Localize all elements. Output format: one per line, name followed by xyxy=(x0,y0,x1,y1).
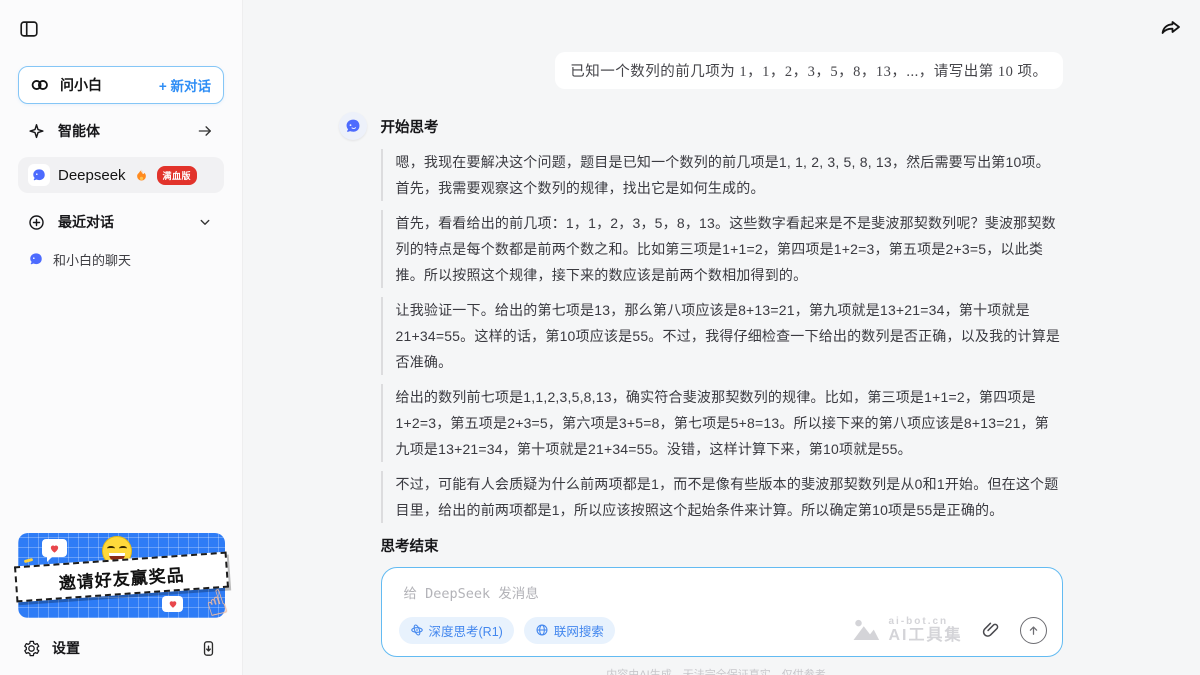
share-icon[interactable] xyxy=(1159,16,1183,40)
deepseek-badge: 满血版 xyxy=(157,166,198,185)
invite-banner[interactable]: 邀请好友赢奖品 ☝ xyxy=(18,533,225,618)
deep-think-toggle[interactable]: 深度思考(R1) xyxy=(399,617,514,644)
user-message-row: 已知一个数列的前几项为 1，1，2，3，5，8，13，...，请写出第 10 项… xyxy=(381,52,1063,89)
composer-placeholder: 给 DeepSeek 发消息 xyxy=(404,582,539,602)
sidebar-toggle-icon[interactable] xyxy=(18,18,40,40)
watermark: ai-bot.cn AI工具集 xyxy=(851,615,962,645)
watermark-logo-icon xyxy=(851,615,881,645)
message-composer[interactable]: 给 DeepSeek 发消息 深度思考(R1) 联网搜索 ai-bot.cn A… xyxy=(381,567,1063,657)
agents-label: 智能体 xyxy=(58,121,100,141)
web-search-label: 联网搜索 xyxy=(554,621,604,640)
flame-icon xyxy=(134,168,149,183)
thinking-paragraph: 让我验证一下。给出的第七项是13，那么第八项应该是8+13=21，第九项就是13… xyxy=(381,297,1063,375)
chevron-down-icon[interactable] xyxy=(196,213,214,231)
brand-name: 问小白 xyxy=(60,75,102,95)
whale-icon xyxy=(28,251,44,267)
sidebar-item-deepseek[interactable]: Deepseek 满血版 xyxy=(18,157,224,193)
heart-bubble-icon xyxy=(162,596,183,612)
sidebar-item-recent[interactable]: 最近对话 xyxy=(18,207,224,237)
gear-icon[interactable] xyxy=(22,639,41,658)
settings-label[interactable]: 设置 xyxy=(52,638,80,658)
chat-content: 已知一个数列的前几项为 1，1，2，3，5，8，13，...，请写出第 10 项… xyxy=(381,0,1063,675)
thinking-paragraph: 嗯，我现在要解决这个问题，题目是已知一个数列的前几项是1, 1, 2, 3, 5… xyxy=(381,149,1063,201)
download-app-icon[interactable] xyxy=(199,639,218,658)
thinking-paragraph: 给出的数列前七项是1,1,2,3,5,8,13，确实符合斐波那契数列的规律。比如… xyxy=(381,384,1063,462)
banner-text: 邀请好友赢奖品 xyxy=(58,560,185,594)
user-message-bubble: 已知一个数列的前几项为 1，1，2，3，5，8，13，...，请写出第 10 项… xyxy=(555,52,1062,89)
composer-toolbar: 深度思考(R1) 联网搜索 ai-bot.cn AI工具集 xyxy=(399,615,1047,645)
settings-row: 设置 xyxy=(18,633,224,663)
wenxiaobai-logo-icon xyxy=(29,74,51,96)
thinking-start-header: 开始思考 xyxy=(381,112,1063,140)
ai-disclaimer: 内容由AI生成，无法完全保证真实，仅供参考。 xyxy=(381,666,1063,675)
chat-main: 已知一个数列的前几项为 1，1，2，3，5，8，13，...，请写出第 10 项… xyxy=(243,0,1200,675)
recent-label: 最近对话 xyxy=(58,212,114,232)
thinking-paragraph: 首先，看看给出的前几项：1，1，2，3，5，8，13。这些数字看起来是不是斐波那… xyxy=(381,210,1063,288)
recent-chat-item[interactable]: 和小白的聊天 xyxy=(18,245,224,273)
thinking-paragraph: 不过，可能有人会质疑为什么前两项都是1，而不是像有些版本的斐波那契数列是从0和1… xyxy=(381,471,1063,523)
web-search-toggle[interactable]: 联网搜索 xyxy=(524,617,615,644)
deepseek-whale-icon xyxy=(28,164,50,186)
pointing-hand-icon: ☝ xyxy=(201,582,233,626)
watermark-url: ai-bot.cn xyxy=(888,616,962,627)
recent-chat-title: 和小白的聊天 xyxy=(53,250,131,269)
deep-think-label: 深度思考(R1) xyxy=(429,621,503,640)
sparkle-icon xyxy=(27,122,46,141)
circle-plus-icon xyxy=(27,213,46,232)
thinking-end-label: 思考结束 xyxy=(381,535,1063,556)
sidebar-item-agents[interactable]: 智能体 xyxy=(18,116,224,146)
deepseek-avatar xyxy=(339,112,367,140)
brand-card[interactable]: 问小白 + 新对话 xyxy=(18,66,224,104)
attachment-icon[interactable] xyxy=(981,620,1001,640)
send-button[interactable] xyxy=(1020,617,1047,644)
thinking-start-label: 开始思考 xyxy=(381,116,439,137)
sidebar: 问小白 + 新对话 智能体 Deepseek 满血版 最近对话 xyxy=(0,0,243,675)
heart-bubble-icon xyxy=(42,539,67,557)
deepseek-label: Deepseek xyxy=(58,167,126,184)
arrow-right-icon[interactable] xyxy=(196,122,214,140)
watermark-name: AI工具集 xyxy=(888,627,962,645)
new-chat-button[interactable]: + 新对话 xyxy=(159,75,211,95)
